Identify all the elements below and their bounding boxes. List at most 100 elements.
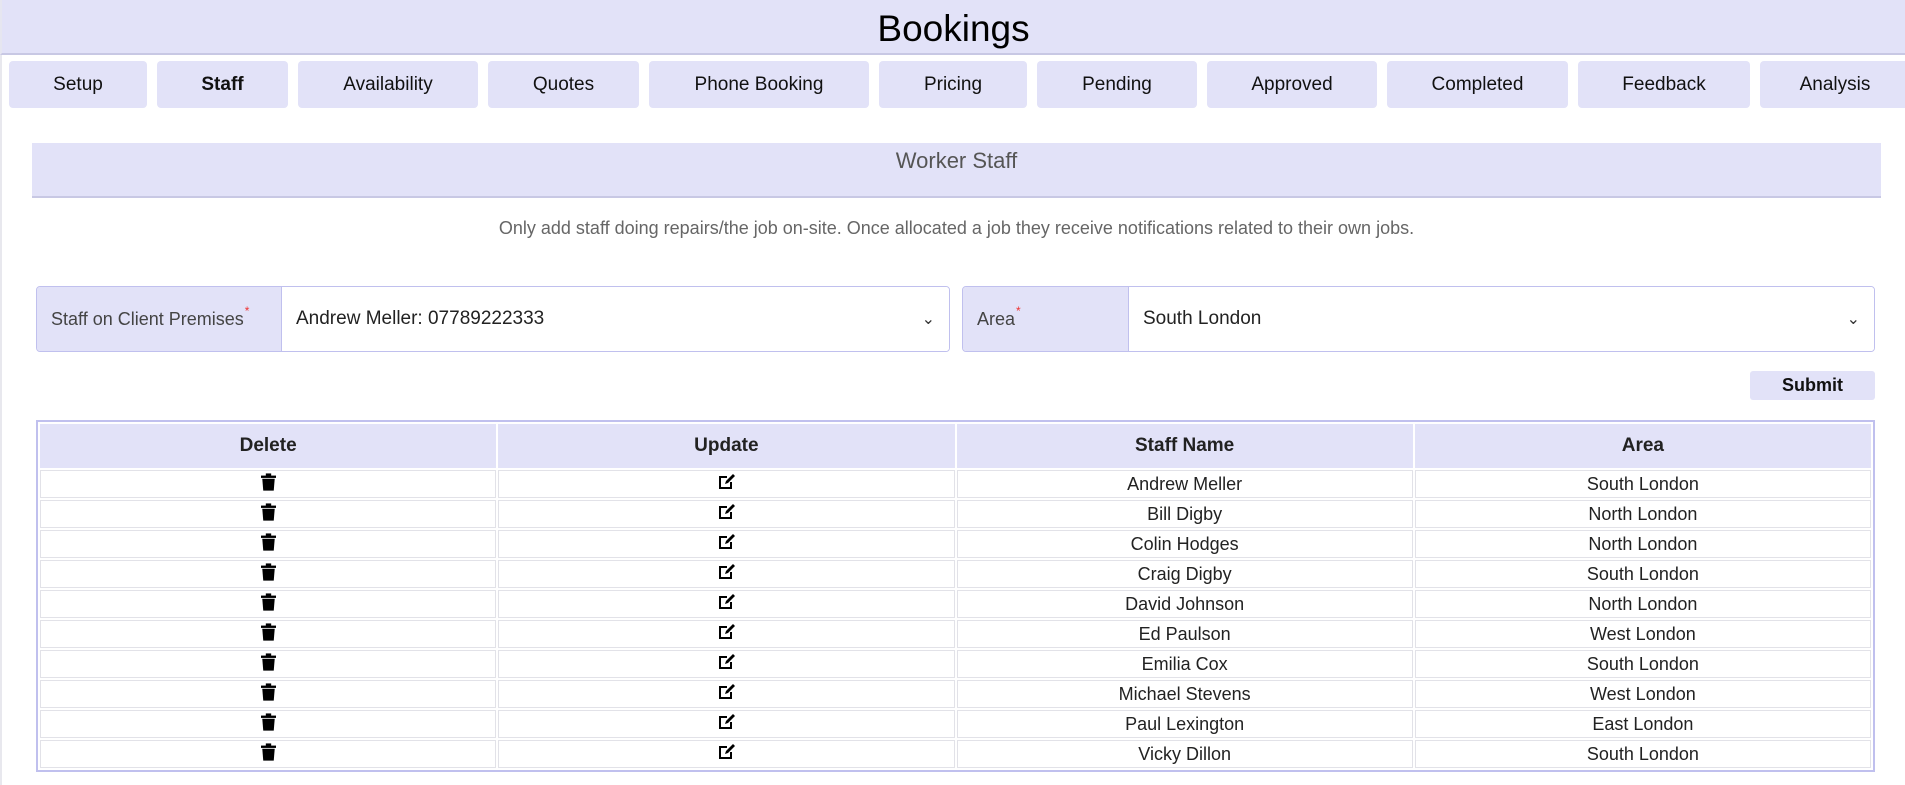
update-cell	[498, 530, 955, 558]
delete-cell	[40, 680, 497, 708]
tab-completed[interactable]: Completed	[1387, 61, 1568, 108]
column-header-delete: Delete	[40, 424, 497, 468]
edit-icon[interactable]	[717, 713, 736, 735]
trash-icon[interactable]	[260, 712, 276, 736]
table-row: Vicky Dillon South London	[40, 740, 1871, 768]
trash-icon[interactable]	[260, 562, 276, 586]
delete-cell	[40, 740, 497, 768]
update-cell	[498, 740, 955, 768]
section-header: Worker Staff	[32, 143, 1881, 198]
area-cell: West London	[1414, 620, 1871, 648]
tab-availability[interactable]: Availability	[298, 61, 478, 108]
staff-name-cell: Ed Paulson	[956, 620, 1413, 648]
staff-name-cell: Craig Digby	[956, 560, 1413, 588]
tab-analysis[interactable]: Analysis	[1760, 61, 1905, 108]
page-header: Bookings	[0, 0, 1905, 55]
trash-icon[interactable]	[260, 472, 276, 496]
table-row: David Johnson North London	[40, 590, 1871, 618]
divider	[0, 55, 2, 785]
area-select[interactable]: South London ⌄	[1129, 287, 1874, 351]
tab-bar: Setup Staff Availability Quotes Phone Bookin…	[9, 61, 1905, 108]
staff-name-cell: Colin Hodges	[956, 530, 1413, 558]
trash-icon[interactable]	[260, 622, 276, 646]
edit-icon[interactable]	[717, 593, 736, 615]
area-cell: North London	[1414, 500, 1871, 528]
edit-icon[interactable]	[717, 683, 736, 705]
trash-icon[interactable]	[260, 652, 276, 676]
tab-quotes[interactable]: Quotes	[488, 61, 639, 108]
staff-field-group: Staff on Client Premises * Andrew Meller:…	[36, 286, 950, 352]
column-header-staff-name: Staff Name	[956, 424, 1413, 468]
table-row: Ed Paulson West London	[40, 620, 1871, 648]
tab-staff[interactable]: Staff	[157, 61, 288, 108]
table-row: Emilia Cox South London	[40, 650, 1871, 678]
staff-name-cell: Emilia Cox	[956, 650, 1413, 678]
area-cell: South London	[1414, 650, 1871, 678]
table-row: Paul Lexington East London	[40, 710, 1871, 738]
area-cell: East London	[1414, 710, 1871, 738]
area-select-value: South London	[1143, 308, 1262, 329]
area-cell: South London	[1414, 470, 1871, 498]
tab-approved[interactable]: Approved	[1207, 61, 1377, 108]
column-header-area: Area	[1414, 424, 1871, 468]
tab-setup[interactable]: Setup	[9, 61, 147, 108]
delete-cell	[40, 560, 497, 588]
trash-icon[interactable]	[260, 682, 276, 706]
update-cell	[498, 680, 955, 708]
area-cell: West London	[1414, 680, 1871, 708]
area-label-text: Area	[977, 308, 1016, 329]
submit-button[interactable]: Submit	[1750, 371, 1875, 400]
table-row: Craig Digby South London	[40, 560, 1871, 588]
staff-name-cell: Paul Lexington	[956, 710, 1413, 738]
edit-icon[interactable]	[717, 743, 736, 765]
page-title: Bookings	[877, 8, 1030, 49]
section-title: Worker Staff	[895, 148, 1018, 173]
table-row: Michael Stevens West London	[40, 680, 1871, 708]
delete-cell	[40, 470, 497, 498]
section-description: Only add staff doing repairs/the job on-…	[498, 218, 1415, 238]
staff-label: Staff on Client Premises *	[37, 287, 282, 351]
required-mark: *	[244, 304, 250, 318]
staff-select[interactable]: Andrew Meller: 07789222333 ⌄	[282, 287, 949, 351]
edit-icon[interactable]	[717, 623, 736, 645]
staff-select-value: Andrew Meller: 07789222333	[296, 308, 545, 329]
chevron-down-icon: ⌄	[1846, 311, 1860, 328]
edit-icon[interactable]	[717, 533, 736, 555]
update-cell	[498, 710, 955, 738]
tab-phone-booking[interactable]: Phone Booking	[649, 61, 869, 108]
update-cell	[498, 620, 955, 648]
table-row: Bill Digby North London	[40, 500, 1871, 528]
area-cell: South London	[1414, 560, 1871, 588]
tab-feedback[interactable]: Feedback	[1578, 61, 1750, 108]
area-label: Area *	[963, 287, 1129, 351]
trash-icon[interactable]	[260, 502, 276, 526]
edit-icon[interactable]	[717, 563, 736, 585]
update-cell	[498, 650, 955, 678]
edit-icon[interactable]	[717, 503, 736, 525]
delete-cell	[40, 530, 497, 558]
tab-pricing[interactable]: Pricing	[879, 61, 1027, 108]
column-header-update: Update	[498, 424, 955, 468]
staff-name-cell: Vicky Dillon	[956, 740, 1413, 768]
staff-table: Delete Update Staff Name Area Andrew Mel…	[36, 420, 1875, 772]
table-row: Colin Hodges North London	[40, 530, 1871, 558]
area-field-group: Area * South London ⌄	[962, 286, 1875, 352]
table-row: Andrew Meller South London	[40, 470, 1871, 498]
trash-icon[interactable]	[260, 532, 276, 556]
required-mark: *	[1016, 304, 1021, 318]
update-cell	[498, 560, 955, 588]
area-cell: North London	[1414, 530, 1871, 558]
edit-icon[interactable]	[717, 653, 736, 675]
staff-name-cell: Michael Stevens	[956, 680, 1413, 708]
tab-pending[interactable]: Pending	[1037, 61, 1197, 108]
staff-name-cell: David Johnson	[956, 590, 1413, 618]
edit-icon[interactable]	[717, 473, 736, 495]
update-cell	[498, 470, 955, 498]
trash-icon[interactable]	[260, 592, 276, 616]
delete-cell	[40, 710, 497, 738]
delete-cell	[40, 620, 497, 648]
trash-icon[interactable]	[260, 742, 276, 766]
table-header-row: Delete Update Staff Name Area	[40, 424, 1871, 468]
chevron-down-icon: ⌄	[921, 311, 935, 328]
area-cell: South London	[1414, 740, 1871, 768]
